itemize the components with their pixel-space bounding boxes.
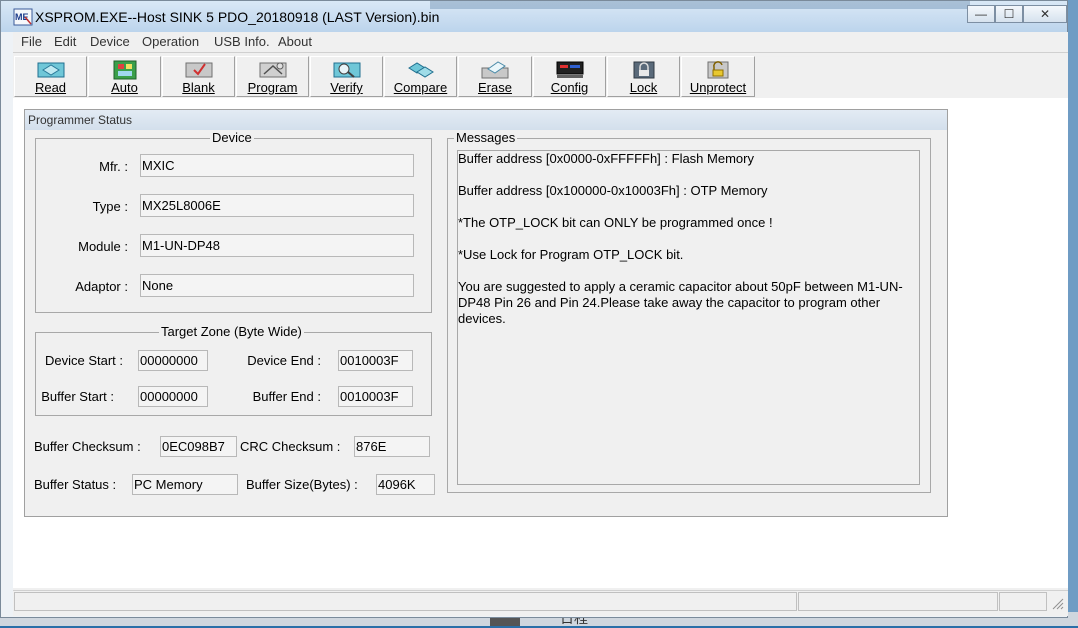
program-button[interactable]: Program bbox=[236, 56, 309, 97]
window-title: XSPROM.EXE--Host SINK 5 PDO_20180918 (LA… bbox=[35, 9, 440, 25]
buffer-start-field: 00000000 bbox=[138, 386, 208, 407]
lock-label: Lock bbox=[629, 80, 658, 95]
buffer-checksum-field: 0EC098B7 bbox=[160, 436, 237, 457]
config-button[interactable]: Config bbox=[533, 56, 606, 97]
message-line: Buffer address [0x100000-0x10003Fh] : OT… bbox=[458, 183, 768, 198]
mfr-field: MXIC bbox=[140, 154, 414, 177]
message-line: *The OTP_LOCK bit can ONLY be programmed… bbox=[458, 215, 773, 230]
mfr-label: Mfr. : bbox=[99, 159, 128, 174]
auto-button[interactable]: Auto bbox=[88, 56, 161, 97]
buffer-start-label: Buffer Start : bbox=[41, 389, 114, 404]
blank-button[interactable]: Blank bbox=[162, 56, 235, 97]
device-start-label: Device Start : bbox=[44, 353, 123, 368]
verify-label: Verify bbox=[330, 80, 363, 95]
menu-usb-info[interactable]: USB Info. bbox=[214, 34, 270, 49]
unprotect-icon bbox=[707, 61, 729, 79]
buffer-end-field: 0010003F bbox=[338, 386, 413, 407]
compare-label: Compare bbox=[393, 80, 448, 95]
type-label: Type : bbox=[92, 199, 128, 214]
buffer-checksum-label: Buffer Checksum : bbox=[34, 439, 141, 454]
auto-icon bbox=[113, 60, 136, 80]
buffer-status-field: PC Memory bbox=[132, 474, 238, 495]
verify-button[interactable]: Verify bbox=[310, 56, 383, 97]
buffer-status-label: Buffer Status : bbox=[34, 477, 117, 492]
menu-edit[interactable]: Edit bbox=[54, 34, 76, 49]
verify-icon bbox=[333, 62, 360, 78]
device-start-field: 00000000 bbox=[138, 350, 208, 371]
minimize-button[interactable]: — bbox=[967, 5, 995, 23]
lock-icon bbox=[633, 61, 654, 79]
crc-checksum-field: 876E bbox=[354, 436, 430, 457]
module-label: Module : bbox=[78, 239, 128, 254]
buffer-end-label: Buffer End : bbox=[252, 389, 321, 404]
messages-title: Messages bbox=[454, 130, 518, 145]
buffer-size-field: 4096K bbox=[376, 474, 435, 495]
panel-header bbox=[25, 110, 947, 130]
status-cell-3 bbox=[999, 592, 1047, 611]
device-group-title: Device bbox=[210, 130, 254, 145]
read-label: Read bbox=[34, 80, 67, 95]
unprotect-button[interactable]: Unprotect bbox=[681, 56, 755, 97]
adaptor-label: Adaptor : bbox=[75, 279, 128, 294]
app-icon: ME bbox=[13, 8, 33, 26]
auto-label: Auto bbox=[111, 80, 138, 95]
title-bar-shade bbox=[430, 1, 970, 9]
config-label: Config bbox=[550, 80, 589, 95]
blank-check-icon bbox=[185, 62, 212, 78]
program-label: Program bbox=[247, 80, 298, 95]
read-button[interactable]: Read bbox=[14, 56, 87, 97]
desktop-background bbox=[1068, 0, 1078, 626]
device-end-field: 0010003F bbox=[338, 350, 413, 371]
read-chip-icon bbox=[37, 62, 64, 78]
message-line: You are suggested to apply a ceramic cap… bbox=[458, 279, 903, 326]
menu-device[interactable]: Device bbox=[90, 34, 130, 49]
lock-button[interactable]: Lock bbox=[607, 56, 680, 97]
erase-button[interactable]: Erase bbox=[458, 56, 532, 97]
message-line: Buffer address [0x0000-0xFFFFFh] : Flash… bbox=[458, 151, 754, 166]
status-cell-main bbox=[14, 592, 797, 611]
compare-icon bbox=[407, 62, 434, 78]
resize-grip-icon[interactable] bbox=[1050, 596, 1064, 610]
module-field: M1-UN-DP48 bbox=[140, 234, 414, 257]
panel-title: Programmer Status bbox=[28, 113, 133, 127]
menu-about[interactable]: About bbox=[278, 34, 312, 49]
erase-icon bbox=[481, 61, 509, 79]
compare-button[interactable]: Compare bbox=[384, 56, 457, 97]
buffer-size-label: Buffer Size(Bytes) : bbox=[246, 477, 358, 492]
target-zone-title: Target Zone (Byte Wide) bbox=[159, 324, 304, 339]
message-line: *Use Lock for Program OTP_LOCK bit. bbox=[458, 247, 684, 262]
menu-file[interactable]: File bbox=[21, 34, 42, 49]
maximize-button[interactable]: ☐ bbox=[995, 5, 1023, 23]
close-button[interactable]: ✕ bbox=[1023, 5, 1067, 23]
program-icon bbox=[259, 62, 286, 78]
menu-operation[interactable]: Operation bbox=[142, 34, 199, 49]
unprotect-label: Unprotect bbox=[689, 80, 747, 95]
blank-label: Blank bbox=[182, 80, 215, 95]
adaptor-field: None bbox=[140, 274, 414, 297]
device-end-label: Device End : bbox=[247, 353, 321, 368]
config-icon bbox=[556, 61, 583, 78]
svg-text:ME: ME bbox=[15, 12, 29, 22]
type-field: MX25L8006E bbox=[140, 194, 414, 217]
crc-checksum-label: CRC Checksum : bbox=[240, 439, 341, 454]
erase-label: Erase bbox=[478, 80, 512, 95]
status-cell-2 bbox=[798, 592, 998, 611]
